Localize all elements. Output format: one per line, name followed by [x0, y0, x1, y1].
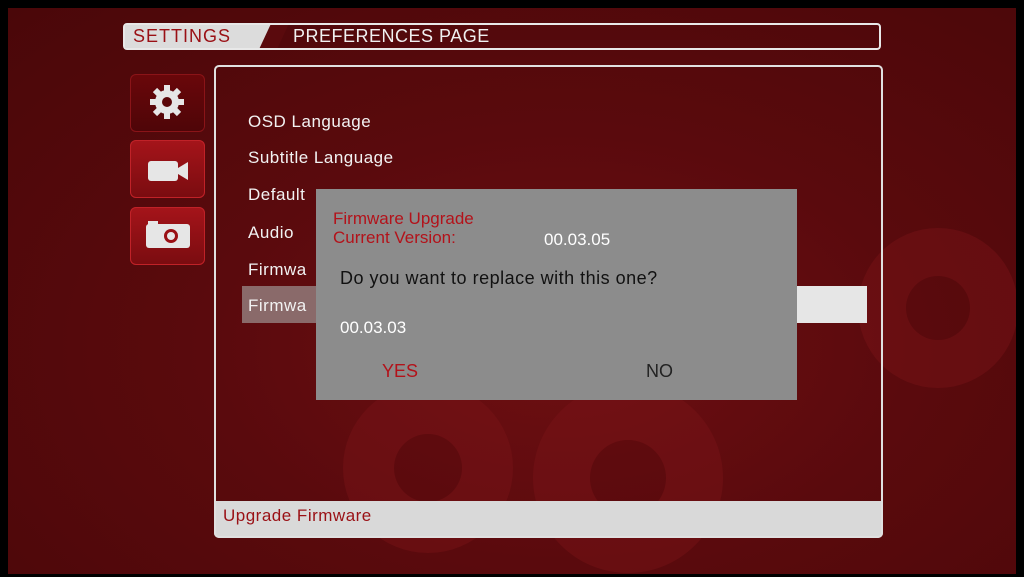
- menu-item-audio[interactable]: Audio: [248, 223, 294, 243]
- gear-icon: [150, 85, 184, 119]
- status-text: Upgrade Firmware: [223, 506, 372, 525]
- photo-camera-icon: [146, 221, 190, 248]
- new-version-value: 00.03.03: [340, 318, 407, 337]
- menu-item-subtitle-language[interactable]: Subtitle Language: [248, 148, 394, 168]
- yes-button[interactable]: YES: [382, 361, 418, 382]
- menu-item-osd-language[interactable]: OSD Language: [248, 112, 371, 132]
- video-camera-icon: [148, 161, 188, 181]
- current-version-value: 00.03.05: [544, 230, 611, 249]
- sidebar-item-video[interactable]: [130, 140, 205, 198]
- dialog-title: Firmware Upgrade: [333, 209, 474, 228]
- no-button[interactable]: NO: [646, 361, 673, 382]
- breadcrumb-page: PREFERENCES PAGE: [293, 26, 490, 46]
- menu-item-firmware-2[interactable]: Firmwa: [248, 296, 307, 316]
- menu-item-firmware-1[interactable]: Firmwa: [248, 260, 307, 280]
- dialog-question: Do you want to replace with this one?: [340, 268, 658, 288]
- current-version-label: Current Version:: [333, 228, 456, 247]
- sidebar-item-settings[interactable]: [130, 74, 205, 132]
- breadcrumb-settings[interactable]: SETTINGS: [125, 25, 271, 48]
- breadcrumb: SETTINGS PREFERENCES PAGE: [123, 23, 881, 50]
- sidebar-item-photo[interactable]: [130, 207, 205, 265]
- menu-item-default[interactable]: Default: [248, 185, 305, 205]
